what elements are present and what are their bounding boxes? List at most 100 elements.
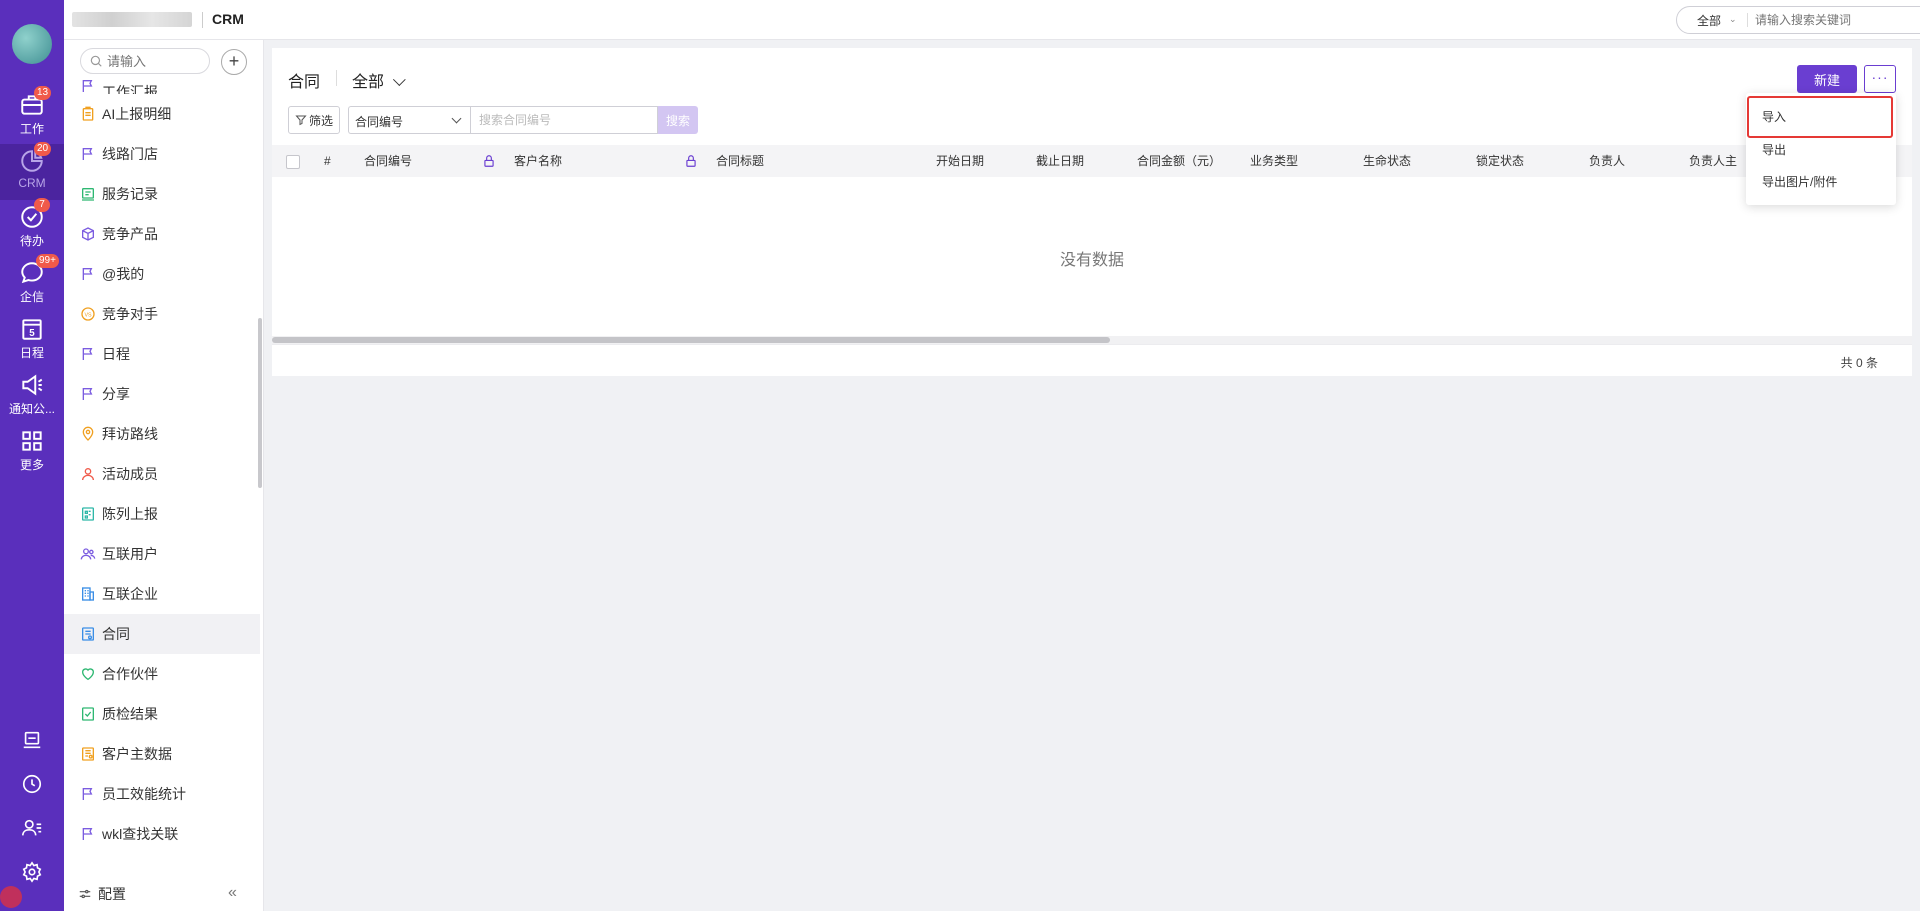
sidebar-item[interactable]: 员工效能统计 — [64, 774, 260, 814]
sidebar-item[interactable]: 合作伙伴 — [64, 654, 260, 694]
column-header-business-type[interactable]: 业务类型 — [1242, 145, 1355, 177]
sidebar-item[interactable]: 日程 — [64, 334, 260, 374]
sidebar-item[interactable]: 互联用户 — [64, 534, 260, 574]
column-header-end-date[interactable]: 截止日期 — [1028, 145, 1129, 177]
sidebar-search-input[interactable] — [107, 52, 205, 70]
lock-icon[interactable] — [482, 154, 496, 168]
add-button[interactable]: + — [221, 49, 247, 75]
sidebar-item-label: 员工效能统计 — [102, 786, 186, 802]
service-record-icon — [82, 188, 94, 201]
config-link[interactable]: 配置 — [98, 884, 126, 904]
sidebar-item[interactable]: 拜访路线 — [64, 414, 260, 454]
sidebar-item-label: 互联企业 — [102, 586, 158, 602]
sidebar-item-partial[interactable]: 工作汇报 — [64, 80, 260, 94]
column-header-title[interactable]: 合同标题 — [708, 145, 928, 177]
inbox-button[interactable] — [0, 720, 64, 760]
svg-text:VS: VS — [84, 312, 92, 318]
select-all-cell — [272, 145, 316, 177]
user-avatar[interactable] — [12, 24, 52, 64]
table-header: # 合同编号 客户名称 合同标题 开始日期 截止日期 合同金额（元） 业务类型 … — [272, 145, 1912, 177]
contacts-button[interactable] — [0, 808, 64, 848]
sidebar-item-label: 竞争对手 — [102, 306, 158, 322]
sidebar-item[interactable]: AI上报明细 — [64, 94, 260, 134]
sidebar-list: 工作汇报 AI上报明细线路门店服务记录竞争产品 @我的 VS 竞争对手日程分享拜访路线… — [64, 80, 260, 876]
flag-icon — [82, 388, 93, 400]
sidebar-item[interactable]: 陈列上报 — [64, 494, 260, 534]
lock-icon[interactable] — [684, 154, 698, 168]
heart-icon — [81, 668, 95, 681]
search-icon — [90, 55, 102, 67]
collapse-sidebar-icon[interactable]: « — [228, 884, 237, 902]
flag-icon — [82, 148, 93, 160]
new-button[interactable]: 新建 — [1797, 65, 1857, 93]
sidebar-item-label: 竞争产品 — [102, 226, 158, 242]
search-field-label: 合同编号 — [355, 115, 404, 129]
sidebar-item[interactable]: VS 竞争对手 — [64, 294, 260, 334]
select-all-checkbox[interactable] — [286, 154, 300, 169]
menu-item-export[interactable]: 导出 — [1746, 134, 1896, 166]
inbox-icon — [23, 731, 41, 749]
filter-label: 筛选 — [308, 113, 333, 128]
sidebar-item-label: 线路门店 — [102, 146, 158, 162]
horizontal-scrollbar[interactable] — [272, 336, 1912, 344]
page-title: 合同 — [288, 74, 321, 91]
column-header-lock-status[interactable]: 锁定状态 — [1468, 145, 1581, 177]
view-select[interactable]: 全部 — [352, 68, 406, 92]
calendar-icon: 5 — [22, 319, 42, 340]
scrollbar-thumb[interactable] — [272, 337, 1110, 343]
sidebar-item-label: 服务记录 — [102, 186, 158, 202]
column-header-owner[interactable]: 负责人 — [1581, 145, 1681, 177]
sidebar-item[interactable]: @我的 — [64, 254, 260, 294]
rail-label-crm: CRM — [18, 176, 46, 190]
column-header-contract-no[interactable]: 合同编号 — [356, 145, 506, 177]
rail-item-schedule[interactable]: 5 日程 — [0, 312, 64, 368]
search-button[interactable]: 搜索 — [658, 106, 698, 134]
settings-icon — [22, 861, 42, 883]
history-button[interactable] — [0, 764, 64, 804]
column-header-start-date[interactable]: 开始日期 — [928, 145, 1028, 177]
global-search-input[interactable] — [1755, 10, 1920, 30]
sidebar-search — [80, 48, 210, 74]
svg-text:5: 5 — [29, 328, 35, 339]
sidebar-item[interactable]: 客户主数据 — [64, 734, 260, 774]
total-count: 共 0 条 — [1840, 356, 1878, 370]
display-report-icon — [82, 507, 94, 521]
sidebar-item[interactable]: 互联企业 — [64, 574, 260, 614]
more-actions-button[interactable]: ··· — [1864, 65, 1896, 93]
sidebar-item-label: 日程 — [102, 346, 130, 362]
chevron-down-icon — [451, 113, 462, 124]
menu-item-import[interactable]: 导入 — [1747, 96, 1893, 138]
sidebar-item[interactable]: 线路门店 — [64, 134, 260, 174]
rail-item-todo[interactable]: 7 待办 — [0, 198, 64, 256]
title-separator — [336, 70, 337, 86]
column-header-index[interactable]: # — [316, 145, 356, 177]
column-header-customer[interactable]: 客户名称 — [506, 145, 708, 177]
rail-item-messages[interactable]: 99+ 企信 — [0, 254, 64, 312]
menu-item-export-attachments[interactable]: 导出图片/附件 — [1746, 166, 1896, 198]
sidebar-item[interactable]: 分享 — [64, 374, 260, 414]
quality-check-icon — [82, 707, 94, 721]
rail-item-notice[interactable]: 通知公... — [0, 368, 64, 424]
rail-item-more[interactable]: 更多 — [0, 424, 64, 480]
table-footer: 共 0 条 — [272, 344, 1912, 376]
rail-label-schedule: 日程 — [19, 346, 44, 360]
sidebar-scrollbar[interactable] — [258, 318, 262, 488]
sidebar-item[interactable]: 质检结果 — [64, 694, 260, 734]
flag-icon — [82, 268, 93, 280]
sidebar-item[interactable]: 竞争产品 — [64, 214, 260, 254]
contract-icon — [82, 627, 94, 641]
sidebar-item[interactable]: 活动成员 — [64, 454, 260, 494]
sidebar-item[interactable]: 合同 — [64, 614, 260, 654]
sidebar-item-label: 拜访路线 — [102, 426, 158, 442]
contract-search-input[interactable] — [470, 106, 658, 134]
work-badge: 13 — [34, 86, 52, 100]
column-header-life-status[interactable]: 生命状态 — [1355, 145, 1468, 177]
search-scope-select[interactable]: 全部 — [1697, 12, 1721, 29]
rail-item-crm[interactable]: 20 CRM — [0, 142, 64, 200]
sidebar-item[interactable]: 服务记录 — [64, 174, 260, 214]
column-header-amount[interactable]: 合同金额（元） — [1129, 145, 1242, 177]
sidebar-item[interactable]: wkl查找关联 — [64, 814, 260, 854]
search-field-select[interactable]: 合同编号 — [348, 106, 470, 134]
rail-item-work[interactable]: 13 工作 — [0, 86, 64, 144]
filter-button[interactable]: 筛选 — [288, 106, 340, 134]
